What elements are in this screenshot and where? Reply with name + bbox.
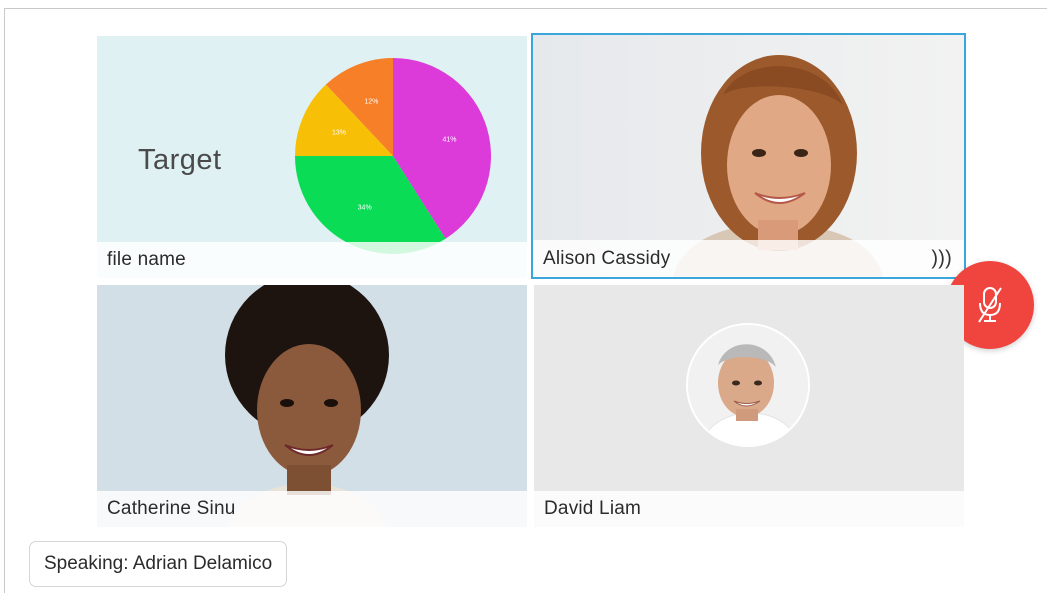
participant-tile-david[interactable]: David Liam <box>534 285 964 527</box>
avatar <box>686 323 810 447</box>
mic-off-icon <box>978 287 1002 323</box>
slide-title: Target <box>138 144 222 176</box>
pie-slice-label: 34% <box>358 205 372 212</box>
shared-content-tile[interactable]: Target 41% 34% 13% 12% file name <box>97 36 527 278</box>
audio-wave-icon: ))) <box>931 247 952 269</box>
participant-tile-catherine[interactable]: Catherine Sinu <box>97 285 527 527</box>
pie-chart: 41% 34% 13% 12% <box>295 58 491 254</box>
participant-tile-alison[interactable]: Alison Cassidy ))) <box>531 33 966 279</box>
pie-slice-label: 41% <box>442 137 456 144</box>
active-speaker-indicator: Speaking: Adrian Delamico <box>29 541 288 587</box>
participant-name: Alison Cassidy <box>543 247 671 269</box>
participant-name-bar: Catherine Sinu <box>97 491 527 527</box>
active-speaker-text: Speaking: Adrian Delamico <box>44 553 273 574</box>
file-name-label: file name <box>107 249 186 270</box>
participant-name: Catherine Sinu <box>107 498 236 519</box>
file-name-bar: file name <box>97 242 527 278</box>
participant-name-bar: David Liam <box>534 491 964 527</box>
participant-name: David Liam <box>544 498 642 519</box>
pie-slice-label: 13% <box>332 130 346 137</box>
participant-name-bar: Alison Cassidy ))) <box>533 240 964 277</box>
pie-slice-label: 12% <box>364 98 378 105</box>
